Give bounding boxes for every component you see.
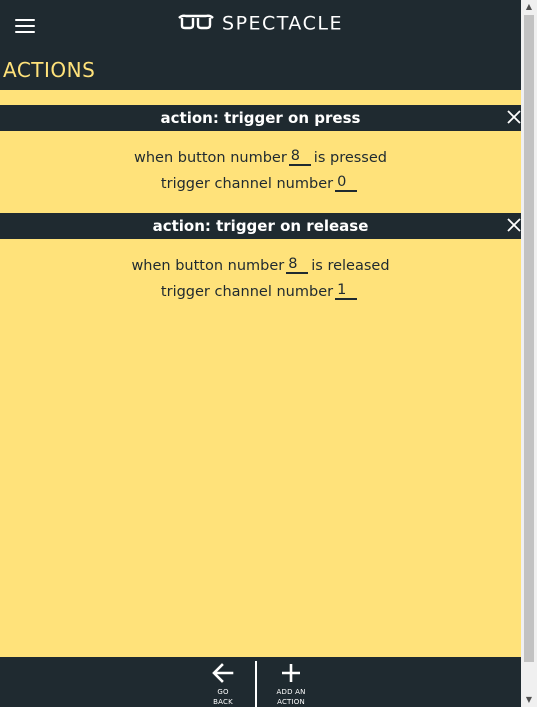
condition-prefix: when button number: [134, 150, 287, 166]
condition-prefix: when button number: [131, 258, 285, 274]
channel-number-field[interactable]: 0: [335, 175, 358, 192]
toolbar-divider: [255, 661, 257, 707]
app-brand: SPECTACLE: [0, 12, 521, 35]
scroll-up-arrow-icon[interactable]: ▲: [521, 0, 537, 14]
action-title: action: trigger on press: [160, 109, 361, 127]
brand-name: SPECTACLE: [222, 12, 343, 35]
go-back-label-line1: GO: [217, 688, 229, 696]
channel-number-field[interactable]: 1: [335, 283, 358, 300]
bottom-toolbar: GO BACK ADD AN ACTION: [0, 657, 521, 707]
condition-suffix: is released: [311, 258, 390, 274]
app-viewport: SPECTACLE ACTIONS action: trigger on pre…: [0, 0, 521, 707]
scroll-down-arrow-icon[interactable]: ▼: [521, 693, 537, 707]
app-header: SPECTACLE ACTIONS: [0, 0, 521, 90]
close-icon[interactable]: [507, 218, 521, 232]
button-number-field[interactable]: 8: [288, 149, 311, 166]
action-header: action: trigger on press: [0, 105, 521, 131]
action-trigger-line: trigger channel number 1: [0, 282, 521, 302]
add-action-label: ADD AN ACTION: [264, 687, 318, 707]
scrollbar-thumb[interactable]: [524, 15, 534, 662]
action-header: action: trigger on release: [0, 213, 521, 239]
condition-suffix: is pressed: [313, 150, 387, 166]
arrow-left-icon: [212, 663, 234, 683]
add-action-label-line1: ADD AN: [276, 688, 306, 696]
plus-icon: [282, 664, 300, 682]
action-trigger-line: trigger channel number 0: [0, 174, 521, 194]
add-action-button[interactable]: ADD AN ACTION: [264, 657, 318, 707]
close-icon[interactable]: [507, 110, 521, 124]
action-condition-line: when button number 8 is pressed: [0, 148, 521, 168]
action-condition-line: when button number 8 is released: [0, 256, 521, 276]
page-title: ACTIONS: [3, 58, 96, 82]
vertical-scrollbar[interactable]: ▲ ▼: [521, 0, 537, 707]
go-back-label-line2: BACK: [213, 698, 233, 706]
button-number-field[interactable]: 8: [286, 257, 309, 274]
add-action-label-line2: ACTION: [277, 698, 305, 706]
trigger-prefix: trigger channel number: [160, 176, 334, 192]
glasses-icon: [178, 14, 214, 29]
go-back-label: GO BACK: [196, 687, 250, 707]
trigger-prefix: trigger channel number: [160, 284, 334, 300]
go-back-button[interactable]: GO BACK: [196, 657, 250, 707]
action-title: action: trigger on release: [152, 217, 369, 235]
